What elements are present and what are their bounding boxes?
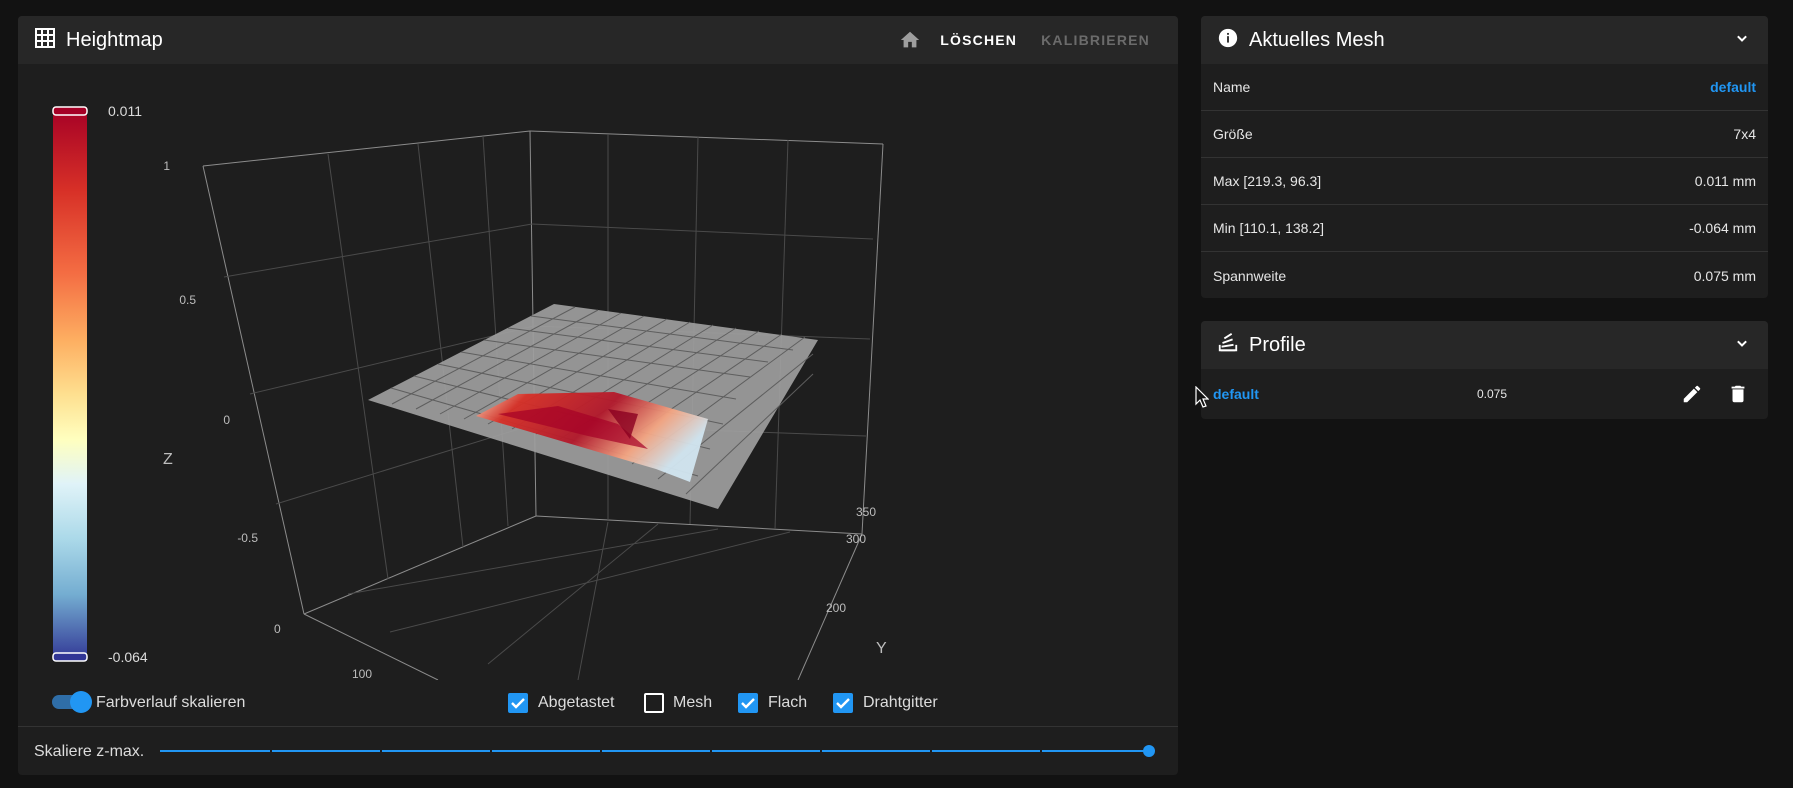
mesh-row-label: Name — [1213, 79, 1251, 95]
mesh-row-value: 7x4 — [1733, 126, 1756, 142]
zmax-slider-thumb[interactable] — [1143, 745, 1155, 757]
profiles-card: Profile default 0.075 — [1201, 321, 1768, 419]
chevron-down-icon[interactable] — [1732, 28, 1752, 53]
profiles-title: Profile — [1249, 333, 1306, 356]
heightmap-title: Heightmap — [66, 28, 163, 51]
trash-icon — [1731, 385, 1745, 403]
y-tick-label: 350 — [856, 505, 876, 519]
edit-profile-button[interactable] — [1674, 376, 1710, 412]
mesh-row-label: Max [219.3, 96.3] — [1213, 173, 1322, 189]
y-tick-label: 200 — [826, 601, 846, 615]
mesh-row-value: 0.011 mm — [1694, 173, 1756, 189]
profile-item: default 0.075 — [1201, 369, 1768, 419]
mesh-row-label: Spannweite — [1213, 267, 1287, 284]
mesh-info-title: Aktuelles Mesh — [1249, 28, 1385, 51]
mesh-name-link[interactable]: default — [1710, 79, 1756, 95]
home-icon — [901, 31, 920, 48]
scale-gradient-switch[interactable] — [50, 691, 92, 713]
checkbox-wireframe-label: Drahtgitter — [863, 694, 938, 711]
profile-name-link[interactable]: default — [1213, 386, 1259, 402]
clear-button[interactable]: LÖSCHEN — [928, 32, 1029, 48]
colorbar-max-label: 0.011 — [108, 103, 142, 119]
mesh-row-label: Größe — [1213, 126, 1253, 142]
calibrate-button[interactable]: KALIBRIEREN — [1029, 32, 1162, 48]
mesh-row-label: Min [110.1, 138.2] — [1213, 220, 1325, 236]
checkbox-probed[interactable] — [508, 693, 528, 713]
z-tick-label: 0 — [223, 413, 230, 427]
mesh-info-header[interactable]: Aktuelles Mesh — [1201, 16, 1768, 64]
colorbar-min-label: -0.064 — [108, 649, 148, 665]
info-icon — [1217, 27, 1239, 54]
mesh-row-value: -0.064 mm — [1689, 220, 1756, 236]
checkbox-probed-label: Abgetastet — [538, 694, 615, 711]
mesh-info-card: Aktuelles Mesh Name default Größe 7x4 Ma… — [1201, 16, 1768, 298]
zmax-slider-row: Skaliere z-max. — [18, 727, 1178, 775]
checkbox-flat[interactable] — [738, 693, 758, 713]
mesh-row-min: Min [110.1, 138.2] -0.064 mm — [1201, 205, 1768, 252]
y-tick-label: 300 — [846, 532, 866, 546]
z-tick-label: 0.5 — [179, 293, 196, 307]
mesh-row-size: Größe 7x4 — [1201, 111, 1768, 158]
checkbox-wireframe[interactable] — [833, 693, 853, 713]
mesh-row-range: Spannweite 0.075 mm — [1201, 252, 1768, 298]
grid-icon — [34, 27, 56, 54]
mesh-row-max: Max [219.3, 96.3] 0.011 mm — [1201, 158, 1768, 205]
profile-range-value: 0.075 — [1477, 387, 1508, 401]
heightmap-plot[interactable]: 0.011 -0.064 1 0.5 0 -0.5 Z 350 300 200 … — [18, 64, 1178, 681]
z-axis-label: Z — [163, 451, 173, 468]
scale-gradient-label: Farbverlauf skalieren — [96, 694, 246, 711]
x-tick-label: 100 — [352, 667, 372, 680]
home-button[interactable] — [892, 22, 928, 58]
zmax-slider-label: Skaliere z-max. — [34, 743, 145, 760]
chevron-down-icon[interactable] — [1732, 333, 1752, 358]
pencil-icon — [1683, 385, 1701, 403]
colorbar — [52, 106, 88, 662]
stack-icon — [1217, 332, 1239, 359]
z-tick-label: 1 — [163, 159, 170, 173]
plot-controls: Farbverlauf skalieren Abgetastet Mesh Fl… — [18, 680, 1178, 726]
mesh-row-value: 0.075 mm — [1693, 267, 1756, 284]
mouse-cursor-icon — [1195, 386, 1209, 408]
checkbox-mesh-label: Mesh — [673, 694, 713, 711]
z-tick-label: -0.5 — [237, 531, 258, 545]
heightmap-card: Heightmap LÖSCHEN KALIBRIEREN 0.011 -0.0… — [18, 16, 1178, 775]
x-tick-label: 0 — [274, 622, 281, 636]
y-axis-label: Y — [876, 640, 887, 657]
delete-profile-button[interactable] — [1720, 376, 1756, 412]
checkbox-flat-label: Flach — [768, 694, 808, 711]
heightmap-header: Heightmap LÖSCHEN KALIBRIEREN — [18, 16, 1178, 64]
mesh-row-name: Name default — [1201, 64, 1768, 111]
zmax-slider-track[interactable] — [160, 749, 1150, 753]
checkbox-mesh[interactable] — [644, 693, 664, 713]
profiles-header[interactable]: Profile — [1201, 321, 1768, 369]
